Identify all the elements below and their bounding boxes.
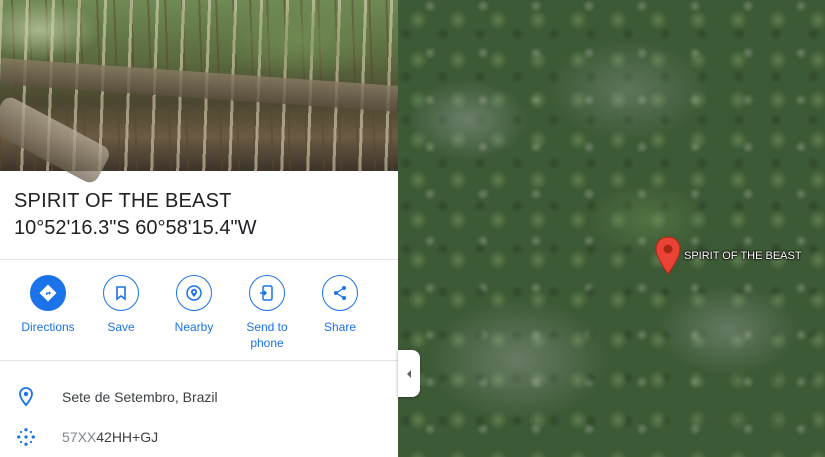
satellite-map[interactable] [398,0,825,457]
divider [0,360,398,361]
share-button[interactable]: Share [302,275,378,335]
action-bar: Directions Save Nearby Send to phone Sha… [0,275,398,355]
share-label: Share [323,320,357,334]
nearby-label: Nearby [174,320,214,334]
place-photo[interactable] [0,0,398,186]
map-marker-label[interactable]: SPIRIT OF THE BEAST [684,250,802,262]
save-label: Save [107,320,135,334]
bookmark-icon [116,286,126,301]
place-panel: SPIRIT OF THE BEAST 10°52'16.3"S 60°58'1… [0,0,398,457]
share-icon [334,286,346,300]
send-to-phone-label: Send to phone [246,320,288,350]
directions-button[interactable]: Directions [10,275,86,335]
address-text: Sete de Setembro, Brazil [62,389,218,405]
save-button[interactable]: Save [83,275,159,335]
collapse-panel-button[interactable] [398,350,420,397]
chevron-left-icon [407,369,411,378]
nearby-icon [186,285,202,301]
nearby-button[interactable]: Nearby [156,275,232,335]
map-marker-icon[interactable] [654,236,682,276]
phone-icon [260,285,273,301]
place-coordinates: 10°52'16.3"S 60°58'15.4"W [14,217,257,239]
plus-code-text: 57XX42HH+GJ [62,429,159,445]
location-pin-icon [19,387,33,407]
send-to-phone-button[interactable]: Send to phone [229,275,305,351]
divider [0,259,398,260]
plus-code-icon [17,428,35,446]
directions-icon [39,284,57,302]
place-title: SPIRIT OF THE BEAST [14,190,232,212]
directions-label: Directions [21,320,75,334]
plus-code-row[interactable]: 57XX42HH+GJ [0,422,398,452]
address-row[interactable]: Sete de Setembro, Brazil [0,382,398,412]
